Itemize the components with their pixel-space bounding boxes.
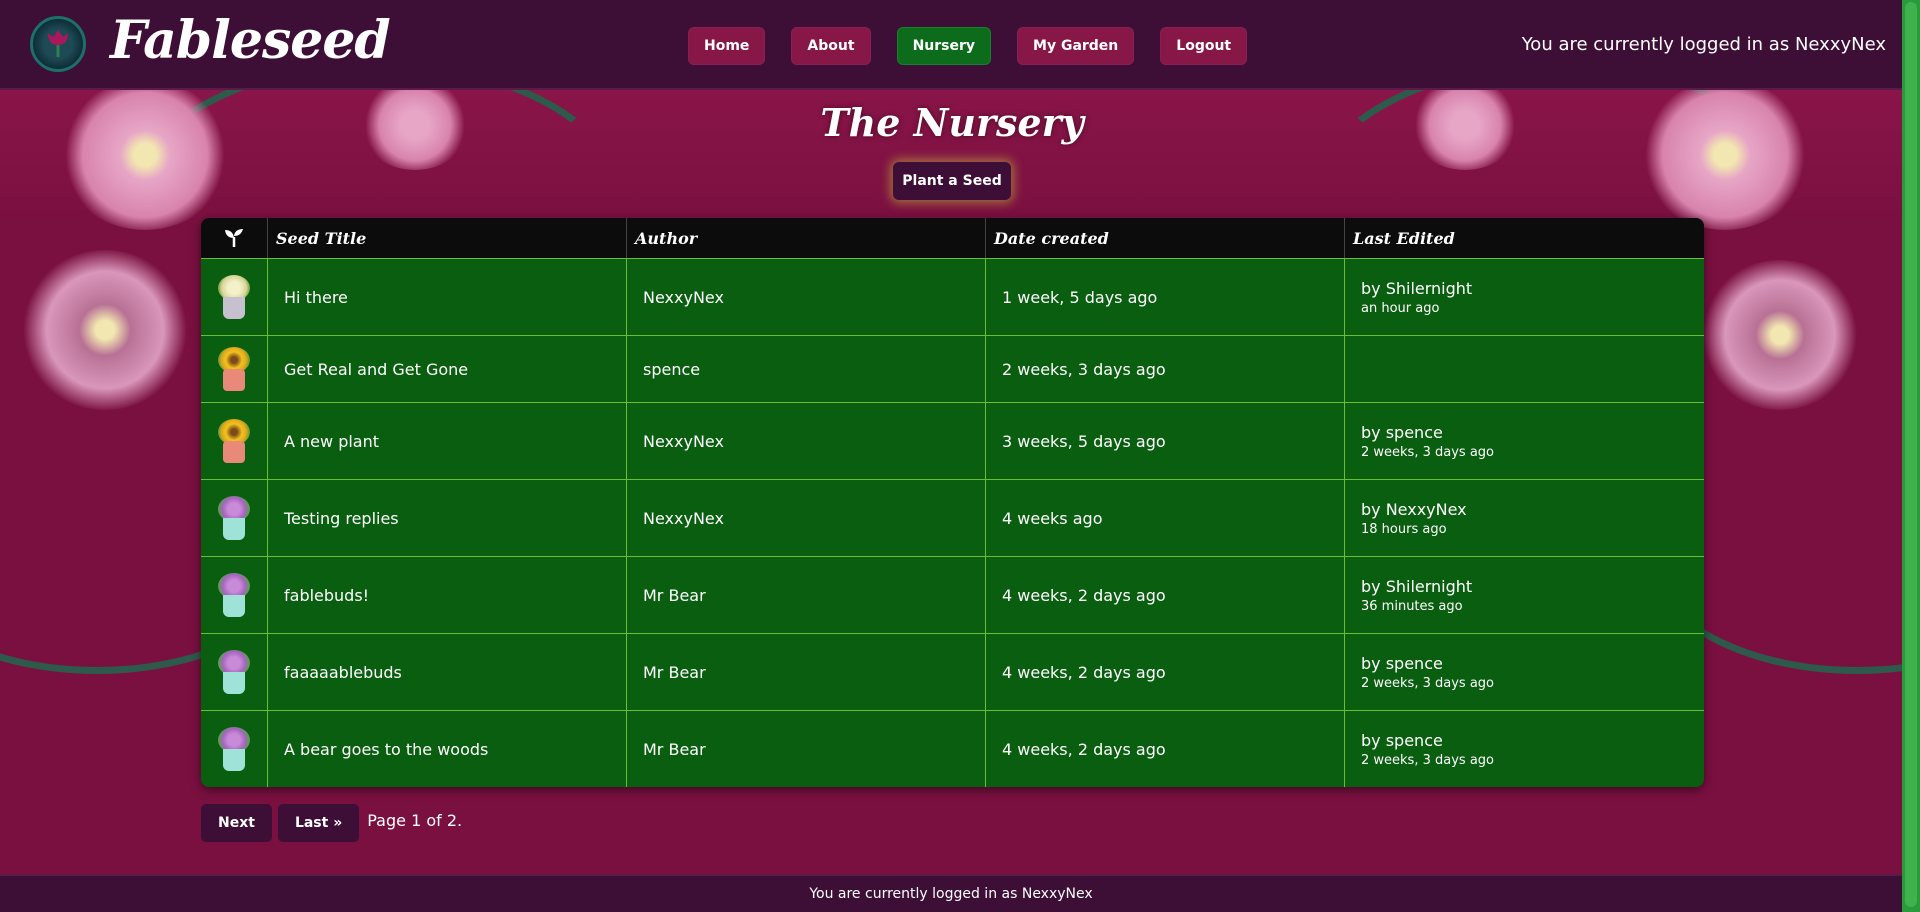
purple-flower-bucket-icon [214,494,254,542]
last-edited-time: 18 hours ago [1361,521,1447,537]
pagination: Next Last » Page 1 of 2. [201,804,462,842]
seeds-table: Seed Title Author Date created Last Edit… [201,218,1704,787]
seed-title-link[interactable]: Get Real and Get Gone [284,360,626,379]
last-edited-time: 2 weeks, 3 days ago [1361,444,1494,460]
main-nav: Home About Nursery My Garden Logout [688,27,1248,65]
page-indicator: Page 1 of 2. [367,810,463,830]
last-edited-time: 36 minutes ago [1361,598,1463,614]
nav-logout-button[interactable]: Logout [1160,27,1248,65]
purple-flower-bucket-icon [214,648,254,696]
purple-flower-bucket-icon [214,571,254,619]
table-row[interactable]: Testing replies NexxyNex 4 weeks ago by … [201,479,1704,556]
date-created: 2 weeks, 3 days ago [1002,359,1166,379]
table-row[interactable]: A new plant NexxyNex 3 weeks, 5 days ago… [201,402,1704,479]
tulip-logo-icon[interactable] [30,16,86,72]
sprout-icon [201,218,268,258]
date-created: 4 weeks, 2 days ago [1002,662,1166,682]
table-row[interactable]: faaaaablebuds Mr Bear 4 weeks, 2 days ag… [201,633,1704,710]
purple-flower-bucket-icon [214,725,254,773]
last-edited-time: 2 weeks, 3 days ago [1361,675,1494,691]
date-created: 1 week, 5 days ago [1002,287,1158,307]
last-edited-by: by Shilernight [1361,278,1473,298]
last-page-button[interactable]: Last » [277,804,360,842]
scrollbar-thumb[interactable] [1905,2,1917,907]
seed-title-link[interactable]: Testing replies [284,509,626,528]
last-edited-by: by NexxyNex [1361,499,1467,519]
author-name: spence [643,359,701,379]
date-created: 4 weeks ago [1002,508,1103,528]
page-scrollbar[interactable] [1902,0,1920,912]
table-row[interactable]: fablebuds! Mr Bear 4 weeks, 2 days ago b… [201,556,1704,633]
nav-about-button[interactable]: About [791,27,871,65]
author-name: Mr Bear [643,739,706,759]
next-page-button[interactable]: Next [201,804,272,842]
plant-seed-button[interactable]: Plant a Seed [893,162,1011,200]
last-edited-by: by spence [1361,653,1443,673]
site-logo-text[interactable]: Fableseed [110,10,391,71]
white-flower-pot-icon [214,273,254,321]
footer: You are currently logged in as NexxyNex [0,874,1902,912]
nav-home-button[interactable]: Home [688,27,766,65]
table-row[interactable]: Hi there NexxyNex 1 week, 5 days ago by … [201,258,1704,335]
column-header-title[interactable]: Seed Title [268,218,627,258]
column-header-last-edited[interactable]: Last Edited [1345,218,1704,258]
seed-title-link[interactable]: A bear goes to the woods [284,740,626,759]
seed-title-link[interactable]: Hi there [284,288,626,307]
seed-title-link[interactable]: faaaaablebuds [284,663,626,682]
column-header-date-created[interactable]: Date created [986,218,1345,258]
date-created: 4 weeks, 2 days ago [1002,739,1166,759]
column-header-author[interactable]: Author [627,218,986,258]
last-edited-by: by spence [1361,422,1443,442]
last-edited-by: by spence [1361,730,1443,750]
table-header-row: Seed Title Author Date created Last Edit… [201,218,1704,258]
table-row[interactable]: A bear goes to the woods Mr Bear 4 weeks… [201,710,1704,787]
date-created: 3 weeks, 5 days ago [1002,431,1166,451]
seed-title-link[interactable]: fablebuds! [284,586,626,605]
nav-nursery-button[interactable]: Nursery [896,27,992,65]
last-edited-time: an hour ago [1361,300,1440,316]
author-name: Mr Bear [643,662,706,682]
date-created: 4 weeks, 2 days ago [1002,585,1166,605]
footer-login-status: You are currently logged in as NexxyNex [809,886,1093,902]
author-name: NexxyNex [643,287,724,307]
page-title: The Nursery [820,100,1084,145]
sunflower-watering-can-icon [214,417,254,465]
author-name: NexxyNex [643,431,724,451]
login-status: You are currently logged in as NexxyNex [1521,34,1886,55]
seed-title-link[interactable]: A new plant [284,432,626,451]
sunflower-watering-can-icon [214,345,254,393]
table-row[interactable]: Get Real and Get Gone spence 2 weeks, 3 … [201,335,1704,402]
nav-my-garden-button[interactable]: My Garden [1017,27,1135,65]
author-name: Mr Bear [643,585,706,605]
last-edited-time: 2 weeks, 3 days ago [1361,752,1494,768]
author-name: NexxyNex [643,508,724,528]
last-edited-by: by Shilernight [1361,576,1473,596]
top-navbar: Fableseed Home About Nursery My Garden L… [0,0,1902,90]
